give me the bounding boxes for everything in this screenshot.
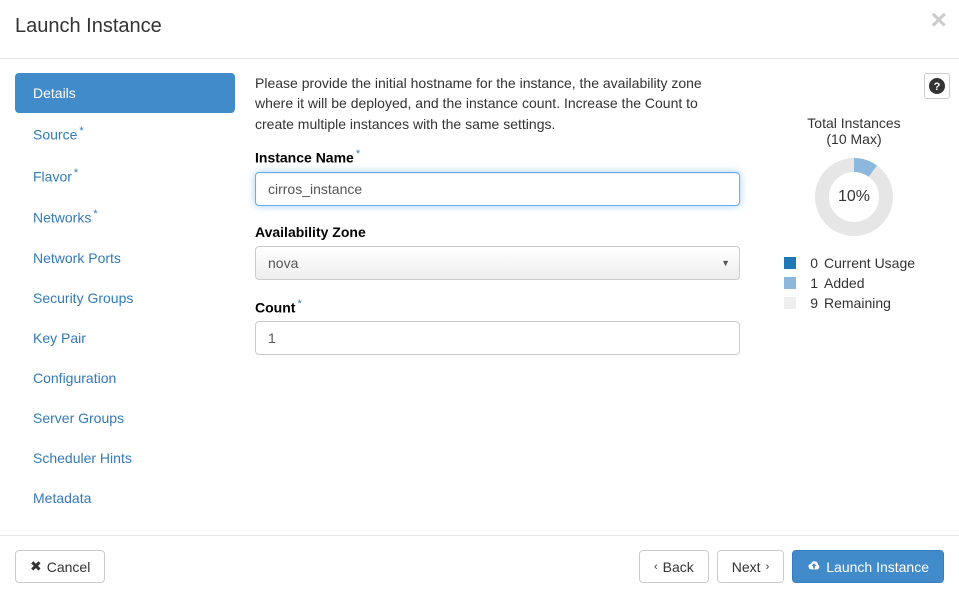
footer-right-buttons: ‹ Back Next › Launch Instance: [639, 550, 944, 583]
instance-name-input[interactable]: [255, 172, 740, 206]
sidebar-item-source[interactable]: Source*: [15, 113, 235, 155]
sidebar-item-label: Key Pair: [33, 330, 86, 346]
next-button[interactable]: Next ›: [717, 550, 784, 583]
quota-panel: ? Total Instances (10 Max) 10% 0 Current…: [764, 73, 944, 518]
sidebar-item-label: Flavor: [33, 168, 72, 184]
legend-label: Remaining: [824, 295, 891, 311]
quota-subtitle: (10 Max): [764, 131, 944, 147]
close-icon[interactable]: ×: [931, 6, 947, 34]
sidebar-item-server-groups[interactable]: Server Groups: [15, 398, 235, 438]
form-group-count: Count*: [255, 298, 740, 356]
legend-row-remaining: 9 Remaining: [784, 295, 944, 311]
sidebar-item-label: Server Groups: [33, 410, 124, 426]
wizard-sidebar: Details Source* Flavor* Networks* Networ…: [15, 73, 235, 518]
legend-label: Added: [824, 275, 864, 291]
launch-instance-button[interactable]: Launch Instance: [792, 550, 944, 583]
svg-text:?: ?: [934, 81, 941, 93]
help-icon[interactable]: ?: [924, 73, 950, 99]
chevron-left-icon: ‹: [654, 561, 658, 573]
legend-swatch-icon: [784, 257, 796, 269]
quota-title: Total Instances: [764, 115, 944, 131]
legend-num: 1: [804, 275, 818, 291]
button-label: Launch Instance: [826, 559, 929, 575]
legend-swatch-icon: [784, 297, 796, 309]
form-group-instance-name: Instance Name*: [255, 148, 740, 206]
sidebar-item-scheduler-hints[interactable]: Scheduler Hints: [15, 438, 235, 478]
form-area: Please provide the initial hostname for …: [255, 73, 764, 518]
legend-num: 0: [804, 255, 818, 271]
content-area: Please provide the initial hostname for …: [235, 73, 944, 518]
cloud-upload-icon: [807, 558, 821, 575]
legend-num: 9: [804, 295, 818, 311]
required-star-icon: *: [356, 148, 360, 160]
quota-percent-text: 10%: [838, 188, 870, 206]
availability-zone-select[interactable]: nova: [255, 246, 740, 280]
required-star-icon: *: [74, 167, 78, 179]
legend-row-added: 1 Added: [784, 275, 944, 291]
button-label: Back: [663, 559, 694, 575]
sidebar-item-label: Security Groups: [33, 290, 133, 306]
sidebar-item-security-groups[interactable]: Security Groups: [15, 278, 235, 318]
required-star-icon: *: [79, 125, 83, 137]
sidebar-item-label: Metadata: [33, 490, 91, 506]
sidebar-item-metadata[interactable]: Metadata: [15, 478, 235, 518]
label-text: Instance Name: [255, 150, 354, 166]
availability-zone-label: Availability Zone: [255, 224, 740, 240]
modal-header: Launch Instance ×: [0, 0, 959, 59]
form-group-availability-zone: Availability Zone nova: [255, 224, 740, 280]
button-label: Cancel: [47, 559, 91, 575]
sidebar-item-flavor[interactable]: Flavor*: [15, 155, 235, 197]
sidebar-item-key-pair[interactable]: Key Pair: [15, 318, 235, 358]
sidebar-item-configuration[interactable]: Configuration: [15, 358, 235, 398]
instance-name-label: Instance Name*: [255, 148, 740, 166]
legend-row-current: 0 Current Usage: [784, 255, 944, 271]
sidebar-item-label: Scheduler Hints: [33, 450, 132, 466]
modal-body: Details Source* Flavor* Networks* Networ…: [0, 59, 959, 518]
sidebar-item-label: Network Ports: [33, 250, 121, 266]
legend-swatch-icon: [784, 277, 796, 289]
back-button[interactable]: ‹ Back: [639, 550, 709, 583]
availability-zone-select-wrap: nova: [255, 246, 740, 280]
legend-label: Current Usage: [824, 255, 915, 271]
label-text: Count: [255, 299, 295, 315]
required-star-icon: *: [93, 208, 97, 220]
cancel-button[interactable]: ✖ Cancel: [15, 550, 105, 583]
sidebar-item-label: Source: [33, 127, 77, 143]
quota-donut-chart: 10%: [814, 157, 894, 237]
count-label: Count*: [255, 298, 740, 316]
sidebar-item-label: Details: [33, 85, 76, 101]
sidebar-item-network-ports[interactable]: Network Ports: [15, 238, 235, 278]
count-input[interactable]: [255, 321, 740, 355]
sidebar-item-label: Networks: [33, 210, 91, 226]
sidebar-item-details[interactable]: Details: [15, 73, 235, 113]
sidebar-item-label: Configuration: [33, 370, 116, 386]
sidebar-item-networks[interactable]: Networks*: [15, 196, 235, 238]
page-title: Launch Instance: [15, 15, 939, 38]
required-star-icon: *: [297, 298, 301, 310]
quota-legend: 0 Current Usage 1 Added 9 Remaining: [764, 255, 944, 311]
button-label: Next: [732, 559, 761, 575]
form-description: Please provide the initial hostname for …: [255, 73, 740, 134]
x-icon: ✖: [30, 558, 42, 575]
chevron-right-icon: ›: [766, 561, 770, 573]
modal-footer: ✖ Cancel ‹ Back Next › Launch Instance: [0, 535, 959, 597]
